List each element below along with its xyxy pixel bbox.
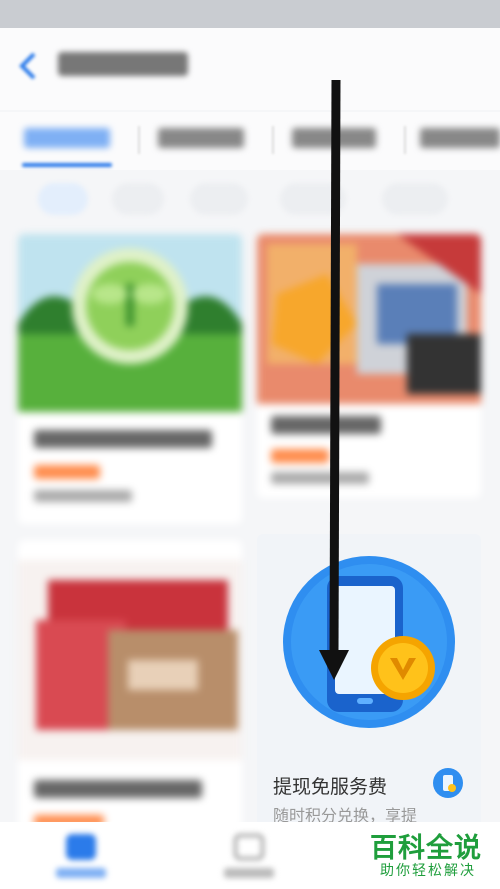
down-arrow-annotation xyxy=(319,79,349,680)
